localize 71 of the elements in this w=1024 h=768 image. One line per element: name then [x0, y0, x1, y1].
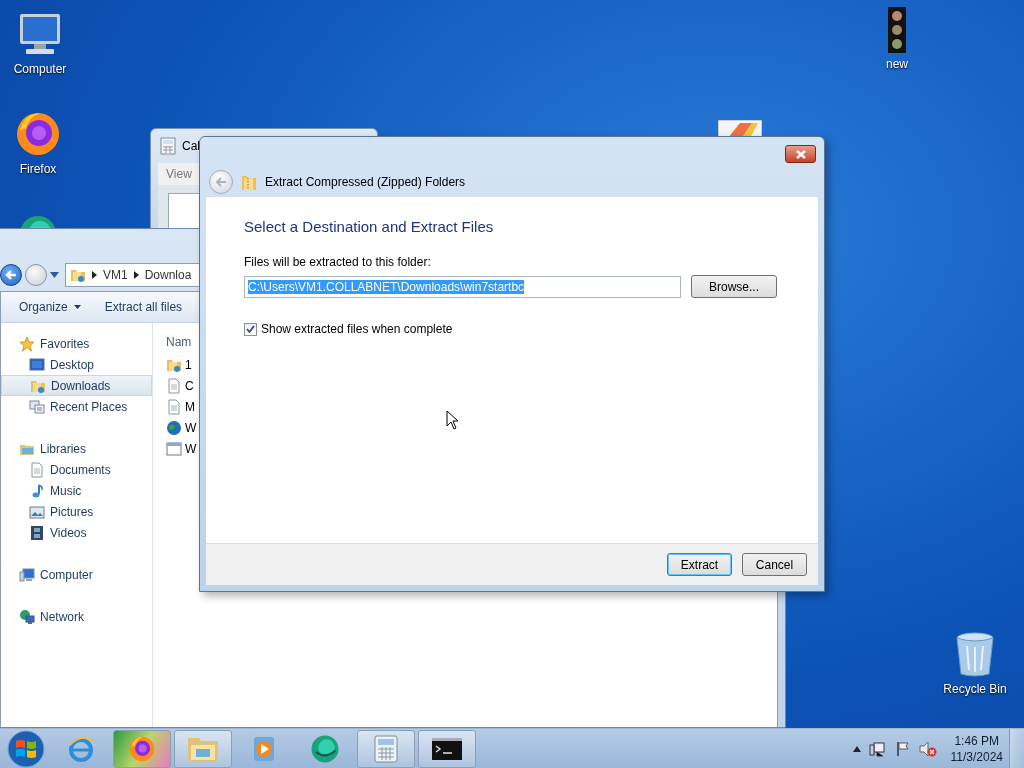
arrow-icon: [5, 270, 17, 280]
taskbar-button[interactable]: [418, 729, 476, 768]
traffic-light-icon: [888, 7, 906, 53]
speaker-muted-icon[interactable]: [918, 740, 937, 757]
icon-label[interactable]: Recycle Bin: [943, 682, 1007, 696]
clock[interactable]: 1:46 PM 11/3/2024: [950, 732, 1003, 765]
nav-item[interactable]: Music: [1, 480, 152, 501]
picture-icon: [29, 503, 45, 520]
back-button[interactable]: [0, 264, 22, 286]
chevron-icon: [133, 271, 139, 279]
network-icon: [19, 608, 35, 625]
folder-icon: [70, 267, 86, 283]
calculator-icon: [160, 137, 176, 155]
icon-label[interactable]: new: [886, 57, 908, 71]
checkbox[interactable]: [244, 322, 257, 336]
extract-button[interactable]: Extract: [667, 553, 732, 576]
menu-item[interactable]: View: [166, 167, 192, 181]
nav-item[interactable]: Documents: [1, 459, 152, 480]
start-button[interactable]: [6, 728, 46, 768]
dialog-title: Extract Compressed (Zipped) Folders: [265, 175, 466, 189]
up-arrow-icon[interactable]: [852, 745, 861, 752]
icon-label[interactable]: Firefox: [19, 162, 57, 176]
breadcrumb-item[interactable]: Downloa: [144, 268, 192, 282]
field-label: Files will be extracted to this folder:: [244, 255, 432, 269]
internet-explorer-icon: [67, 734, 95, 763]
arrow-icon: [215, 177, 227, 187]
star-icon: [19, 335, 35, 352]
cancel-button[interactable]: Cancel: [742, 553, 807, 576]
nav-item[interactable]: Recent Places: [1, 396, 152, 417]
document-icon: [29, 461, 45, 478]
nav-item[interactable]: Computer: [1, 564, 152, 585]
recent-places-icon: [29, 398, 45, 415]
nav-item[interactable]: Videos: [1, 522, 152, 543]
nav-item[interactable]: Desktop: [1, 354, 152, 375]
media-player-icon: [251, 734, 277, 763]
caret-icon: [73, 305, 81, 309]
computer-icon: [19, 566, 35, 583]
mouse-cursor-icon: [446, 410, 459, 430]
zip-folder-icon: [241, 173, 257, 191]
firefox-icon: [14, 110, 62, 158]
checkbox-label: Show extracted files when complete: [261, 322, 453, 336]
breadcrumb-item[interactable]: VM1: [103, 268, 128, 282]
film-icon: [29, 524, 45, 541]
document-icon: [166, 377, 182, 394]
nav-item[interactable]: Network: [1, 606, 152, 627]
dialog-heading: Select a Destination and Extract Files: [244, 218, 495, 235]
icon-label[interactable]: Computer: [13, 62, 67, 76]
desktop-icon: [29, 356, 45, 373]
close-button[interactable]: [785, 145, 816, 163]
firefox-icon: [128, 734, 156, 763]
nav-item[interactable]: Downloads: [1, 375, 152, 396]
nav-item[interactable]: Favorites: [1, 333, 152, 354]
document-icon: [166, 398, 182, 415]
clock-time: 1:46 PM: [954, 732, 1000, 749]
check-icon: [246, 325, 255, 333]
chevron-icon: [92, 271, 97, 279]
show-desktop-button[interactable]: [1009, 729, 1024, 768]
nav-item[interactable]: Pictures: [1, 501, 152, 522]
caret-icon: [50, 272, 59, 278]
terminal-icon: [432, 737, 462, 760]
window-icon: [166, 440, 182, 457]
calculator-icon: [374, 734, 398, 763]
nav-item[interactable]: Libraries: [1, 438, 152, 459]
flag-icon[interactable]: [894, 740, 911, 757]
browse-button[interactable]: Browse...: [691, 275, 777, 298]
network-icon[interactable]: [868, 740, 887, 757]
close-icon: [795, 149, 806, 159]
clock-date: 11/3/2024: [950, 748, 1003, 765]
toolbar-button[interactable]: Extract all files: [104, 300, 183, 314]
toolbar-button[interactable]: Organize: [19, 300, 81, 314]
window-title: Cal: [182, 139, 200, 153]
